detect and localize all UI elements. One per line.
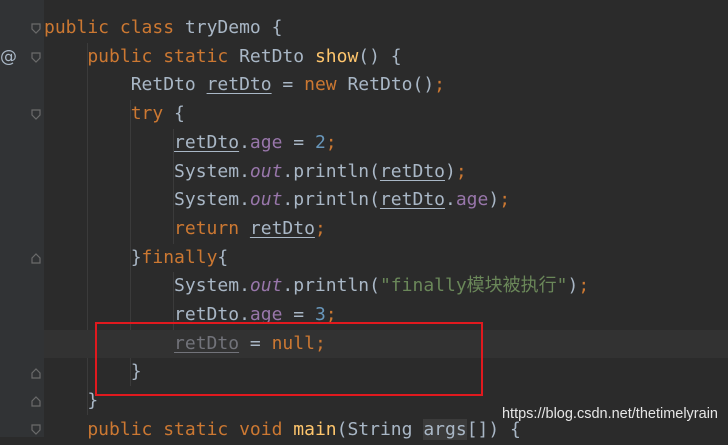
code-line[interactable]: public class tryDemo { (44, 14, 728, 43)
code-token: { (271, 17, 283, 38)
code-token: 2 (314, 131, 326, 153)
code-token: try (44, 103, 175, 125)
code-line[interactable]: System.out.println(retDto.age); (44, 186, 728, 215)
fold-toggle-icon[interactable] (29, 15, 43, 44)
code-token: out (249, 189, 283, 211)
code-token: RetDto() (347, 74, 435, 96)
code-token: retDto (379, 160, 445, 182)
code-token: .println( (282, 160, 380, 182)
code-token: static (163, 45, 240, 67)
code-token: () { (358, 45, 402, 67)
code-token: = (282, 131, 315, 153)
code-token: System. (44, 189, 250, 211)
code-line[interactable]: return retDto; (44, 215, 728, 244)
code-token: new (304, 74, 348, 96)
code-token: System. (44, 160, 250, 182)
code-token: . (445, 189, 456, 211)
code-token: show (314, 45, 359, 67)
code-token: "finally模块被执行" (379, 275, 568, 297)
code-line[interactable]: try { (44, 100, 728, 129)
code-token: ) (488, 189, 500, 211)
code-token: ) (567, 275, 579, 297)
code-token: .println( (282, 189, 380, 211)
fold-toggle-icon[interactable] (29, 101, 43, 130)
watermark: https://blog.csdn.net/thetimelyrain (501, 406, 718, 422)
highlight-box (95, 322, 483, 396)
code-token: { (174, 103, 185, 125)
code-token: . (239, 131, 250, 153)
code-line[interactable]: System.out.println("finally模块被执行"); (44, 272, 728, 301)
code-token: public (44, 17, 120, 38)
code-token: out (249, 275, 283, 297)
code-token: return (44, 217, 250, 239)
code-line[interactable]: }finally{ (44, 244, 728, 273)
code-token: ) (445, 160, 456, 182)
code-token: RetDto (239, 45, 315, 67)
code-token: retDto (174, 131, 240, 153)
code-token: { (217, 246, 229, 268)
code-token: tryDemo (184, 17, 272, 38)
code-token: out (249, 160, 283, 182)
code-token: ; (578, 275, 590, 297)
override-marker-icon[interactable]: @ (0, 43, 17, 72)
code-token: = (271, 74, 305, 96)
code-token: retDto (379, 189, 445, 211)
code-token: public (44, 45, 164, 67)
code-line[interactable]: System.out.println(retDto); (44, 158, 728, 187)
code-token: age (249, 131, 283, 153)
code-token: retDto (249, 217, 315, 239)
code-line[interactable]: retDto.age = 2; (44, 129, 728, 158)
code-token: RetDto (44, 74, 207, 96)
code-token: ; (455, 160, 467, 182)
code-token: retDto (206, 74, 272, 96)
code-line[interactable]: public static RetDto show() { (44, 43, 728, 72)
code-token: ; (499, 189, 511, 211)
fold-toggle-icon[interactable] (29, 358, 43, 387)
code-token: ; (434, 74, 446, 96)
fold-toggle-icon[interactable] (29, 43, 43, 72)
code-token: class (119, 17, 185, 38)
code-line[interactable]: RetDto retDto = new RetDto(); (44, 71, 728, 100)
fold-toggle-icon[interactable] (29, 416, 43, 445)
editor-gutter: @ (0, 0, 44, 437)
code-token: finally (141, 246, 218, 268)
fold-toggle-icon[interactable] (29, 387, 43, 416)
code-token: System. (44, 275, 250, 297)
code-token: .println( (282, 275, 380, 297)
code-token: ; (325, 131, 337, 153)
code-token: age (455, 189, 489, 211)
code-token: ; (314, 217, 326, 239)
code-token: } (44, 246, 142, 268)
fold-toggle-icon[interactable] (29, 244, 43, 273)
code-token: } (44, 390, 99, 412)
